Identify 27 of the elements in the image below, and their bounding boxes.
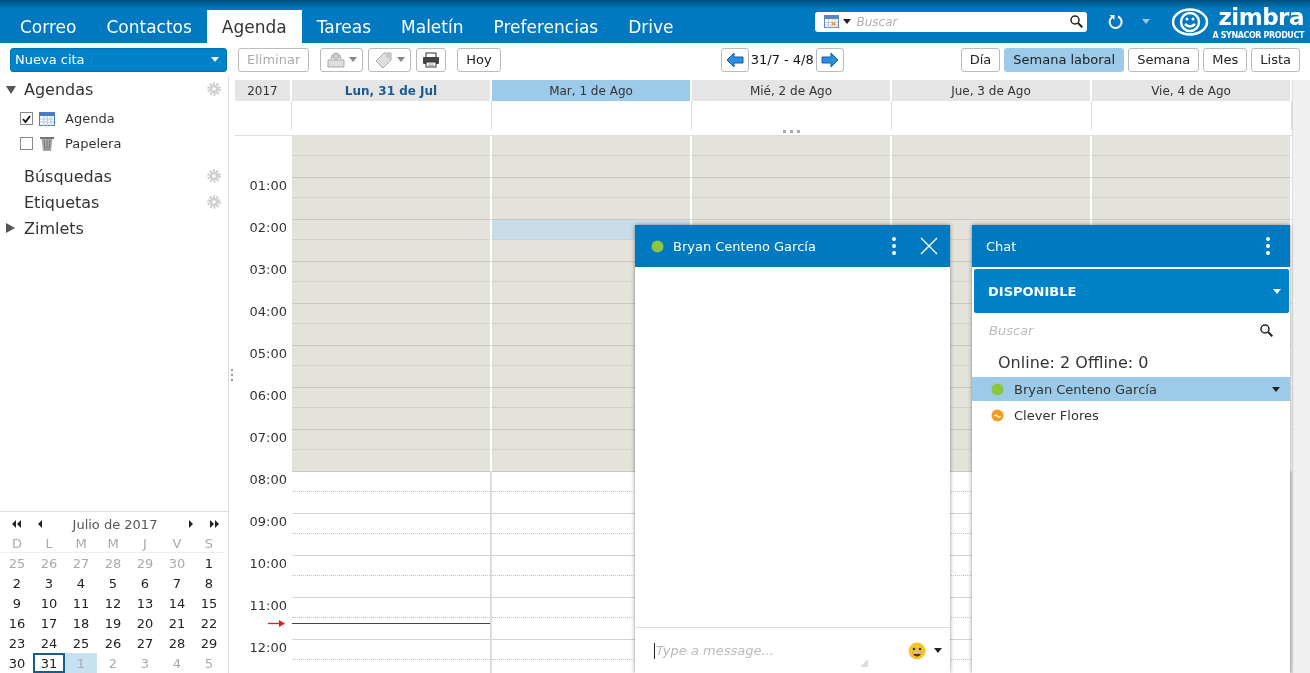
hour-label: 01:00 (249, 178, 287, 193)
hour-label: 06:00 (249, 388, 287, 403)
hour-label: 11:00 (249, 598, 287, 613)
hour-label: 09:00 (249, 514, 287, 529)
weekday-label: J (129, 535, 161, 553)
weekday-label: M (97, 535, 129, 553)
contact-summary: Online: 2 Offline: 0 (997, 351, 1150, 374)
weekday-label: D (1, 535, 33, 553)
hour-label: 12:00 (249, 640, 287, 655)
weekday-label: S (193, 535, 225, 553)
hour-label: 10:00 (249, 556, 287, 571)
date-range: 31/7 - 4/8 (750, 52, 814, 67)
hour-label: 07:00 (249, 430, 287, 445)
brand-name: zimbra (1218, 3, 1304, 30)
weekday-label: V (161, 535, 193, 553)
year-label: 2017 (235, 80, 292, 101)
weekday-label: M (65, 535, 97, 553)
panel-title: Chat (986, 238, 1017, 254)
hour-label: 05:00 (249, 346, 287, 361)
month-title: Julio de 2017 (70, 516, 159, 532)
weekday-label: L (33, 535, 65, 553)
hour-label: 03:00 (249, 262, 287, 277)
chat-contact-name: Bryan Centeno García (673, 238, 817, 254)
hour-label: 02:00 (249, 220, 287, 235)
hour-label: 08:00 (249, 472, 287, 487)
hour-label: 04:00 (249, 304, 287, 319)
brand-tagline: A SYNACOR PRODUCT (1212, 30, 1304, 40)
